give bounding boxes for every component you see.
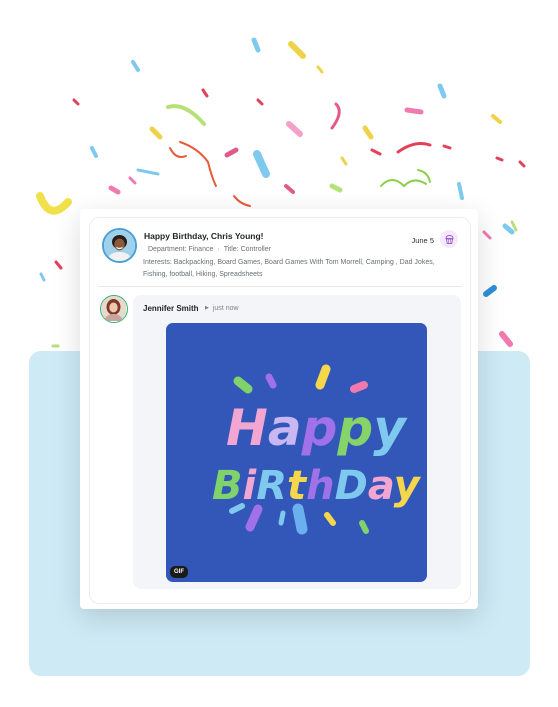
reply-bubble: Jennifer Smith ▶ just now Happy BiRthDay… xyxy=(133,295,461,589)
birthday-gif[interactable]: Happy BiRthDay GIF xyxy=(166,323,427,582)
post-divider xyxy=(98,286,462,287)
department-label: Department: Finance xyxy=(148,246,214,253)
chris-young-avatar[interactable] xyxy=(102,228,137,263)
jennifer-smith-avatar[interactable] xyxy=(100,295,128,323)
caret-right-icon: ▶ xyxy=(205,305,209,311)
post-meta: Department: Finance · Title: Controller xyxy=(148,246,271,253)
meta-separator: · xyxy=(217,246,220,253)
happy-birthday-artwork: Happy BiRthDay xyxy=(212,364,422,535)
reply-timestamp: ▶ just now xyxy=(205,305,239,312)
cupcake-icon xyxy=(440,230,458,248)
post-date: June 5 xyxy=(411,236,434,245)
gif-birthday-text: BiRthDay xyxy=(212,463,422,509)
interests-text: Interests: Backpacking, Board Games, Boa… xyxy=(143,259,435,278)
reply-author[interactable]: Jennifer Smith xyxy=(143,304,199,313)
gif-happy-text: Happy xyxy=(226,399,408,457)
post-title: Happy Birthday, Chris Young! xyxy=(144,231,264,241)
post-header: Happy Birthday, Chris Young! Department:… xyxy=(102,228,458,286)
gif-badge: GIF xyxy=(170,566,188,578)
role-label: Title: Controller xyxy=(223,246,271,253)
reply-time-label: just now xyxy=(212,305,239,312)
birthday-post-card: Happy Birthday, Chris Young! Department:… xyxy=(89,217,471,604)
